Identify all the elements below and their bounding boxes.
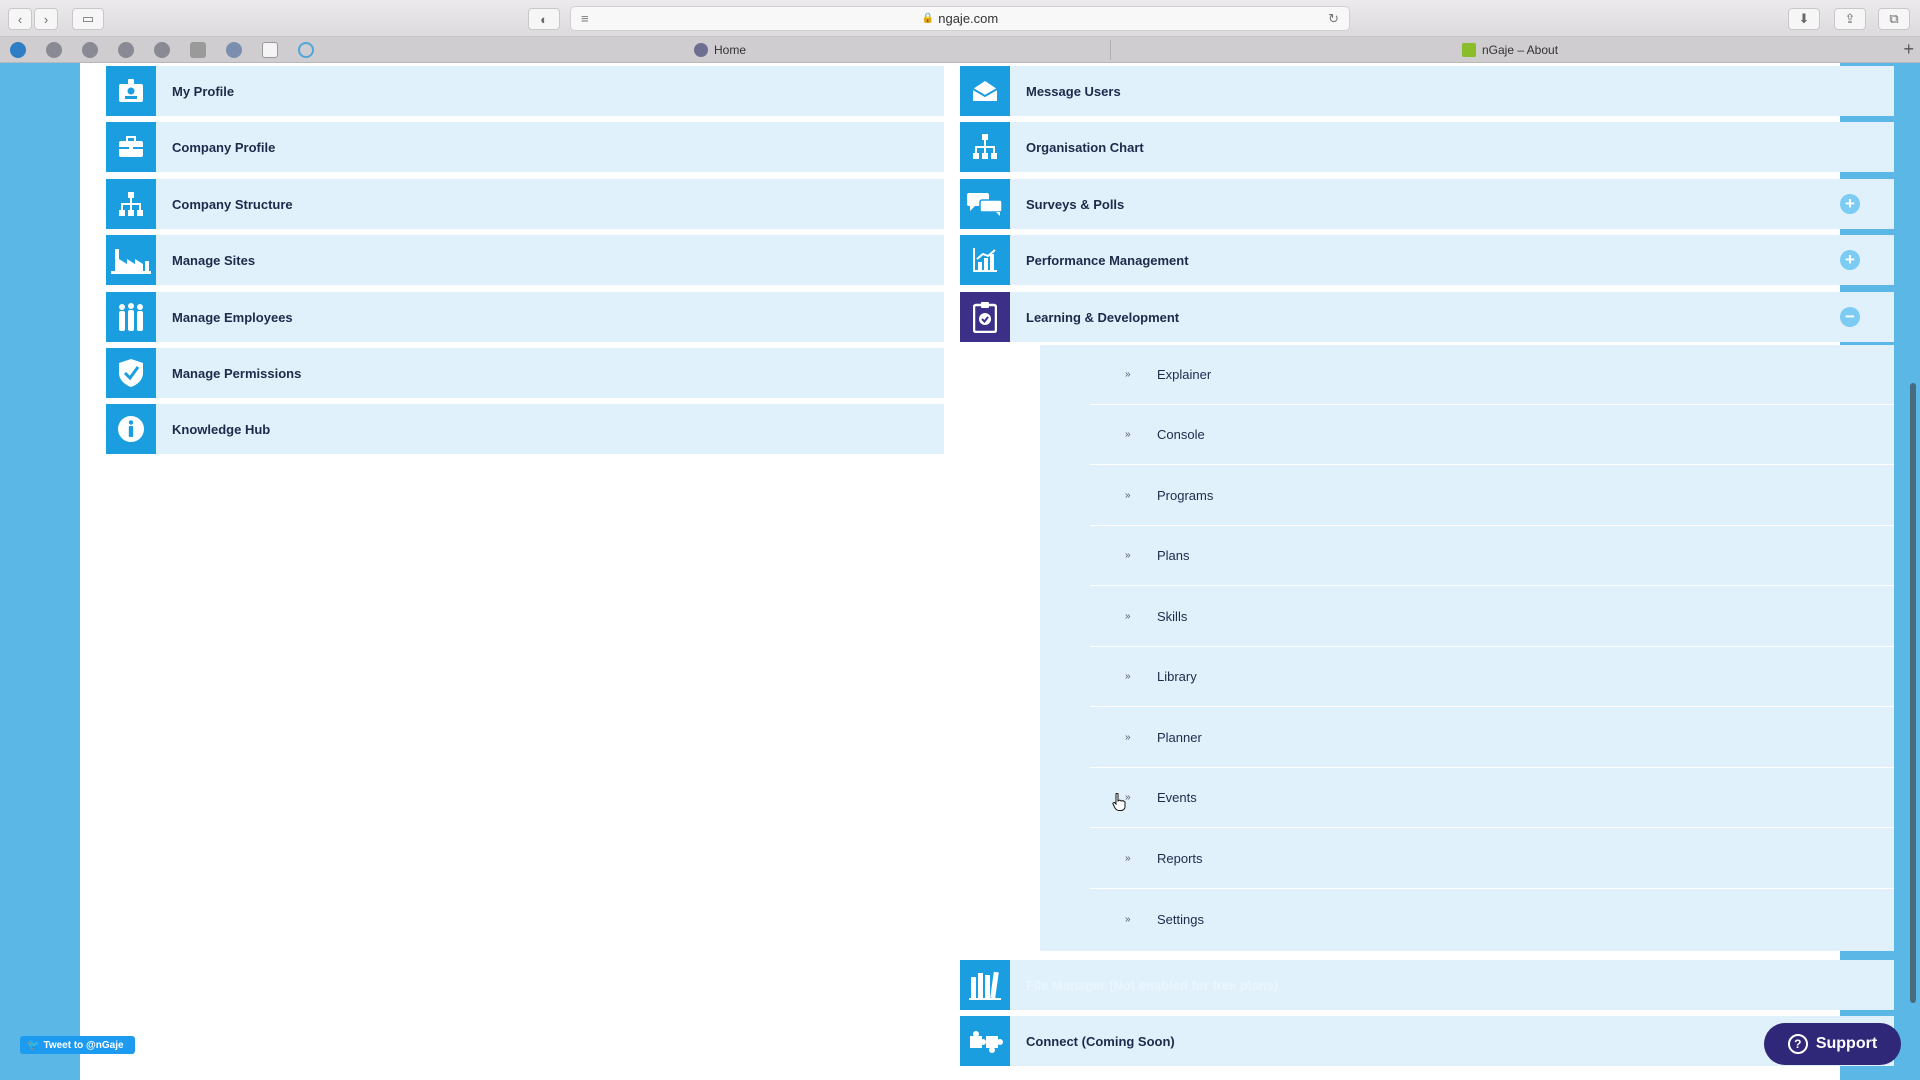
menu-company-profile[interactable]: Company Profile	[106, 122, 944, 172]
submenu-library[interactable]: » Library	[1090, 647, 1894, 707]
briefcase-icon	[106, 122, 156, 172]
submenu-skills[interactable]: » Skills	[1090, 587, 1894, 647]
tweet-button[interactable]: 🐦 Tweet to @nGaje	[20, 1036, 135, 1054]
menu-my-profile[interactable]: My Profile	[106, 66, 944, 116]
tab-home[interactable]: Home	[330, 37, 1110, 63]
address-bar[interactable]: ≡ 🔒 ngaje.com ↻	[570, 6, 1350, 31]
twitter-bird-icon: 🐦	[27, 1039, 40, 1051]
learning-submenu: » Explainer » Console » Programs » Plans » Sk…	[1040, 345, 1894, 951]
page-scrollbar[interactable]	[1910, 383, 1916, 1003]
download-icon[interactable]: ⬇	[1788, 8, 1820, 30]
menu-knowledge-hub[interactable]: Knowledge Hub	[106, 404, 944, 454]
clipboard-check-icon	[960, 292, 1010, 342]
shield-check-icon	[106, 348, 156, 398]
org-chart-icon	[960, 122, 1010, 172]
submenu-programs[interactable]: » Programs	[1090, 466, 1894, 526]
menu-connect[interactable]: Connect (Coming Soon)	[960, 1016, 1894, 1066]
submenu-reports[interactable]: » Reports	[1090, 829, 1894, 889]
support-button[interactable]: ? Support	[1764, 1023, 1901, 1065]
chat-bubbles-icon	[960, 179, 1010, 229]
share-icon[interactable]: ⇪	[1834, 8, 1866, 30]
hierarchy-icon	[106, 179, 156, 229]
puzzle-icon	[960, 1016, 1010, 1066]
expand-icon[interactable]: +	[1840, 194, 1860, 214]
menu-surveys-polls[interactable]: Surveys & Polls +	[960, 179, 1894, 229]
bookmark-icon[interactable]	[82, 42, 98, 58]
bookmark-icon[interactable]	[298, 42, 314, 58]
books-icon	[960, 960, 1010, 1010]
collapse-icon[interactable]: −	[1840, 307, 1860, 327]
menu-message-users[interactable]: Message Users	[960, 66, 1894, 116]
pointer-hand-icon	[1112, 793, 1126, 811]
url-text: ngaje.com	[938, 11, 999, 26]
bookmark-icon[interactable]	[154, 42, 170, 58]
page-content: My Profile Company Profile Company Struc…	[80, 63, 1894, 1080]
forward-icon[interactable]: ›	[34, 8, 58, 30]
menu-manage-employees[interactable]: Manage Employees	[106, 292, 944, 342]
lock-icon: 🔒	[921, 13, 935, 24]
menu-company-structure[interactable]: Company Structure	[106, 179, 944, 229]
bookmark-icon[interactable]	[226, 42, 242, 58]
tab-about[interactable]: nGaje – About	[1110, 37, 1910, 63]
submenu-plans[interactable]: » Plans	[1090, 526, 1894, 586]
privacy-shield-icon[interactable]: ◐	[528, 8, 560, 30]
people-icon	[106, 292, 156, 342]
bar-chart-icon	[960, 235, 1010, 285]
tabs-overview-icon[interactable]: ⧉	[1878, 8, 1910, 30]
help-icon: ?	[1787, 1034, 1808, 1054]
factory-icon	[106, 235, 156, 285]
back-icon[interactable]: ‹	[8, 8, 32, 30]
id-card-icon	[106, 66, 156, 116]
submenu-planner[interactable]: » Planner	[1090, 708, 1894, 768]
menu-file-manager[interactable]: File Manager (Not enabled for free plans…	[960, 960, 1894, 1010]
submenu-explainer[interactable]: » Explainer	[1090, 345, 1894, 405]
new-tab-icon[interactable]: +	[1903, 39, 1914, 60]
bookmark-icon[interactable]	[190, 42, 206, 58]
menu-manage-sites[interactable]: Manage Sites	[106, 235, 944, 285]
info-icon	[106, 404, 156, 454]
submenu-settings[interactable]: » Settings	[1090, 889, 1894, 949]
menu-performance-management[interactable]: Performance Management +	[960, 235, 1894, 285]
tab-favicon-icon	[693, 43, 708, 57]
submenu-events[interactable]: » Events	[1090, 768, 1894, 828]
expand-icon[interactable]: +	[1840, 250, 1860, 270]
bookmark-icon[interactable]	[46, 42, 62, 58]
tab-bar: Home nGaje – About +	[0, 37, 1920, 63]
browser-toolbar: ‹ › ▭ ◐ ≡ 🔒 ngaje.com ↻ ⬇ ⇪ ⧉	[0, 0, 1920, 37]
menu-organisation-chart[interactable]: Organisation Chart	[960, 122, 1894, 172]
bookmark-icon[interactable]	[118, 42, 134, 58]
sidebar-toggle-icon[interactable]: ▭	[72, 8, 104, 30]
menu-learning-development[interactable]: Learning & Development −	[960, 292, 1894, 342]
bookmark-icon[interactable]	[10, 42, 26, 58]
submenu-console[interactable]: » Console	[1090, 405, 1894, 465]
reload-icon[interactable]: ↻	[1328, 11, 1339, 27]
bookmark-icon[interactable]	[262, 42, 278, 58]
menu-manage-permissions[interactable]: Manage Permissions	[106, 348, 944, 398]
reader-icon[interactable]: ≡	[581, 11, 589, 26]
tab-favicon-icon	[1461, 43, 1476, 57]
envelope-icon	[960, 66, 1010, 116]
